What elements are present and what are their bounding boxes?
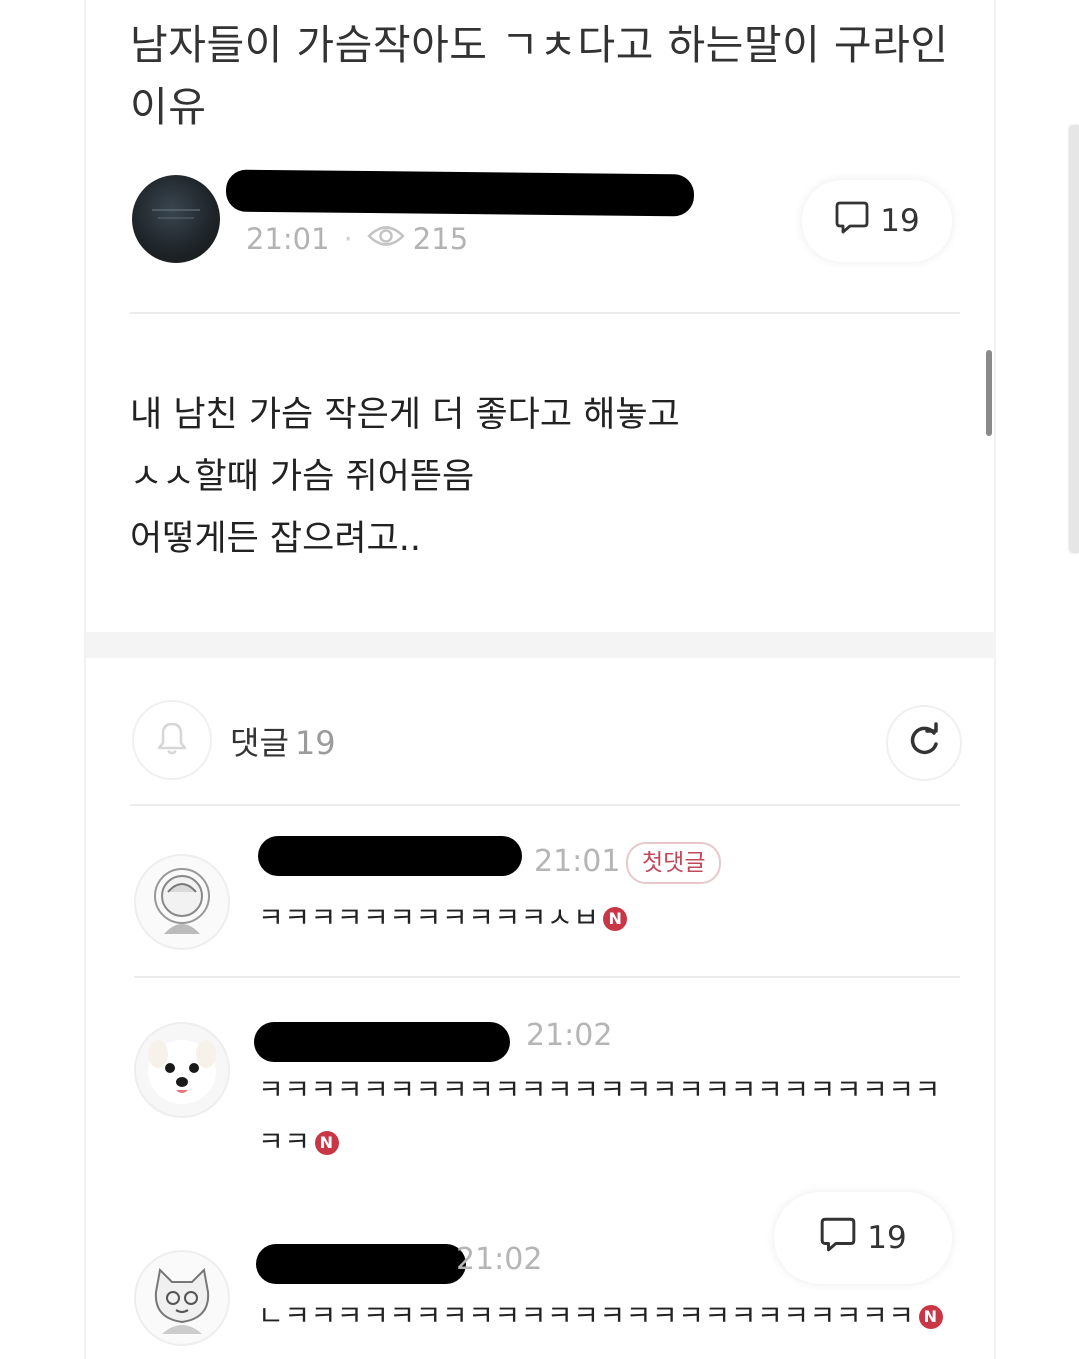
page-edge-right xyxy=(994,0,996,1359)
comment-text-content: ㅋㅋㅋㅋㅋㅋㅋㅋㅋㅋㅋㅅㅂ xyxy=(258,901,600,934)
new-badge-icon: N xyxy=(314,1131,339,1155)
comment-bubble-icon xyxy=(819,1215,857,1261)
comment-time: 21:01 xyxy=(534,844,621,879)
section-separator xyxy=(86,632,996,658)
post-body-line: 어떻게든 잡으려고.. xyxy=(130,519,421,559)
refresh-icon xyxy=(905,722,943,764)
comment-count-button[interactable]: 19 xyxy=(802,180,952,262)
side-panel-edge xyxy=(1070,125,1079,553)
content-scrollbar[interactable] xyxy=(986,350,992,436)
refresh-button[interactable] xyxy=(886,705,962,781)
commenter-avatar[interactable] xyxy=(134,1250,230,1346)
comments-label: 댓글 xyxy=(230,724,289,762)
post-views: 215 xyxy=(412,222,469,256)
post-meta: 21:01 · 215 xyxy=(246,222,468,256)
comment-text-line: ㅋㅋㅋㅋㅋㅋㅋㅋㅋㅋㅋㅋㅋㅋㅋㅋㅋㅋㅋㅋㅋㅋㅋㅋㅋㅋ xyxy=(258,1073,941,1106)
commenter-avatar[interactable] xyxy=(134,854,230,950)
comment-time: 21:02 xyxy=(526,1018,613,1053)
comment-bubble-icon xyxy=(834,199,870,243)
eye-icon xyxy=(367,222,405,256)
comment-time: 21:02 xyxy=(456,1242,543,1277)
post-body-line: 내 남친 가슴 작은게 더 좋다고 해놓고 xyxy=(130,395,680,435)
redacted-commenter-name xyxy=(258,836,522,876)
divider xyxy=(134,976,960,978)
comment-text-content: ㄴㅋㅋㅋㅋㅋㅋㅋㅋㅋㅋㅋㅋㅋㅋㅋㅋㅋㅋㅋㅋㅋㅋㅋㅋ xyxy=(258,1299,915,1332)
comment-count: 19 xyxy=(880,203,920,239)
bell-icon xyxy=(155,720,189,760)
floating-comment-count: 19 xyxy=(867,1220,907,1256)
new-badge-icon: N xyxy=(918,1305,943,1329)
commenter-avatar[interactable] xyxy=(134,1022,230,1118)
notification-bell-button[interactable] xyxy=(132,700,212,780)
comment-text: ㅋㅋㅋㅋㅋㅋㅋㅋㅋㅋㅋㅋㅋㅋㅋㅋㅋㅋㅋㅋㅋㅋㅋㅋㅋㅋ ㅋㅋ N xyxy=(258,1064,948,1168)
post-time: 21:01 xyxy=(246,222,330,256)
divider xyxy=(130,804,960,806)
redacted-commenter-name xyxy=(256,1244,466,1284)
post-body-line: ㅅㅅ할때 가슴 쥐어뜯음 xyxy=(130,457,475,497)
author-avatar[interactable] xyxy=(132,175,220,263)
comments-count: 19 xyxy=(294,724,336,762)
meta-separator: · xyxy=(343,222,353,256)
redacted-author-name xyxy=(225,169,695,217)
comment-text: ㅋㅋㅋㅋㅋㅋㅋㅋㅋㅋㅋㅅㅂ N xyxy=(258,892,628,944)
first-comment-badge: 첫댓글 xyxy=(626,842,722,884)
post-body: 내 남친 가슴 작은게 더 좋다고 해놓고 ㅅㅅ할때 가슴 쥐어뜯음 어떻게든 … xyxy=(130,384,680,570)
comment-text: ㄴㅋㅋㅋㅋㅋㅋㅋㅋㅋㅋㅋㅋㅋㅋㅋㅋㅋㅋㅋㅋㅋㅋㅋㅋ N xyxy=(258,1290,943,1342)
comments-header: 댓글 19 xyxy=(230,718,336,764)
floating-comment-button[interactable]: 19 xyxy=(774,1192,952,1284)
comment-text-content: ㅋㅋ xyxy=(258,1125,311,1158)
post-title: 남자들이 가슴작아도 ㄱㅊ다고 하는말이 구라인 이유 xyxy=(130,21,949,131)
comment-text-line: ㅋㅋ N xyxy=(258,1116,948,1168)
new-badge-icon: N xyxy=(603,907,628,931)
divider xyxy=(130,312,960,314)
redacted-commenter-name xyxy=(254,1022,510,1062)
